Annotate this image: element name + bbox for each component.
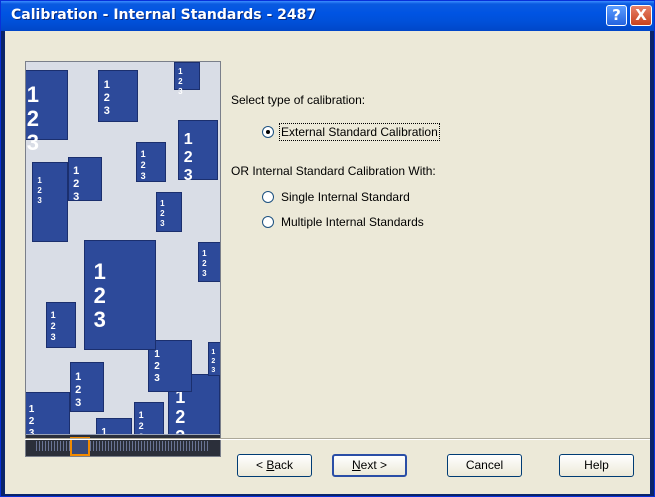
dialog-body: 1231231231231231231231231231231231231231… <box>5 31 650 494</box>
document-page-icon: 123 <box>46 302 76 348</box>
document-page-number: 1 <box>93 258 106 284</box>
back-button-rest: ack <box>274 458 294 472</box>
close-icon[interactable]: X <box>630 5 652 26</box>
document-page-number: 2 <box>138 420 144 431</box>
back-button-prefix: < <box>255 458 267 472</box>
internal-standard-prompt: OR Internal Standard Calibration With: <box>231 164 436 178</box>
external-standard-label[interactable]: External Standard Calibration <box>279 123 440 141</box>
multiple-internal-standards-radio[interactable] <box>262 216 274 228</box>
document-page-number: 1 <box>26 81 39 107</box>
document-page-number: 1 <box>73 164 80 177</box>
document-page-number: 1 <box>103 79 110 92</box>
document-page-number: 2 <box>160 209 165 219</box>
document-page-number: 3 <box>202 269 207 279</box>
document-page-icon: 123 <box>178 120 218 183</box>
document-page-number: 2 <box>202 259 207 269</box>
document-page-number: 2 <box>37 186 42 196</box>
external-standard-radio[interactable] <box>262 126 274 138</box>
cancel-button[interactable]: Cancel <box>447 454 522 477</box>
document-page-number: 1 <box>160 199 165 209</box>
help-icon[interactable]: ? <box>606 5 627 26</box>
window-title: Calibration - Internal Standards - 2487 <box>11 7 317 23</box>
document-page-icon: 123 <box>84 240 156 350</box>
button-separator <box>25 438 650 440</box>
document-page-number: 1 <box>202 249 207 259</box>
document-page-icon: 123 <box>198 242 220 282</box>
document-page-number: 3 <box>73 190 80 203</box>
document-page-number: 1 <box>50 310 56 321</box>
document-page-number: 3 <box>93 306 106 332</box>
single-internal-standard-label[interactable]: Single Internal Standard <box>281 190 410 204</box>
document-page-number: 2 <box>26 105 39 131</box>
document-page-number: 1 <box>37 176 42 186</box>
document-page-icon: 123 <box>156 192 182 232</box>
document-page-number: 2 <box>73 177 80 190</box>
document-page-number: 2 <box>178 77 183 87</box>
document-page-number: 2 <box>103 92 110 105</box>
document-page-icon: 123 <box>174 62 200 96</box>
next-button[interactable]: Next > <box>332 454 407 477</box>
document-page-number: 2 <box>175 406 186 427</box>
document-page-icon: 123 <box>26 70 68 153</box>
document-page-icon: 123 <box>68 157 102 203</box>
document-page-icon: 123 <box>70 362 104 412</box>
calibration-type-prompt: Select type of calibration: <box>231 93 366 107</box>
document-page-number: 2 <box>28 415 35 427</box>
document-page-number: 1 <box>178 67 183 77</box>
document-page-number: 3 <box>160 219 165 229</box>
title-bar[interactable]: Calibration - Internal Standards - 2487 … <box>1 1 654 31</box>
multiple-internal-standards-label[interactable]: Multiple Internal Standards <box>281 215 424 229</box>
document-page-number: 1 <box>183 130 193 148</box>
document-page-number: 3 <box>178 87 183 97</box>
single-internal-standard-radio[interactable] <box>262 191 274 203</box>
document-page-number: 3 <box>154 373 160 385</box>
document-page-number: 2 <box>183 148 193 166</box>
document-page-number: 3 <box>75 397 82 409</box>
document-page-number: 3 <box>140 171 146 182</box>
document-page-number: 2 <box>211 358 216 366</box>
document-page-number: 2 <box>93 282 106 308</box>
document-page-number: 2 <box>140 160 146 171</box>
document-page-number: 3 <box>211 367 216 375</box>
document-page-number: 3 <box>26 129 39 155</box>
document-page-number: 1 <box>138 409 144 420</box>
document-page-number: 3 <box>183 166 193 184</box>
radio-selected-dot <box>266 130 270 134</box>
document-page-icon: 123 <box>98 70 138 122</box>
document-page-number: 3 <box>103 105 110 118</box>
document-page-icon: 123 <box>136 142 166 182</box>
calibration-dialog: Calibration - Internal Standards - 2487 … <box>0 0 655 497</box>
document-page-number: 3 <box>50 332 56 343</box>
document-page-number: 3 <box>37 196 42 206</box>
document-page-icon: 123 <box>208 342 220 376</box>
next-button-mnemonic: N <box>351 458 361 472</box>
document-page-number: 1 <box>154 349 160 361</box>
document-page-number: 2 <box>154 361 160 373</box>
back-button[interactable]: < Back <box>237 454 312 477</box>
document-page-number: 1 <box>28 403 35 415</box>
next-button-rest: ext > <box>360 458 388 472</box>
document-stack-illustration: 1231231231231231231231231231231231231231… <box>25 61 221 457</box>
document-page-number: 1 <box>140 149 146 160</box>
help-button[interactable]: Help <box>559 454 634 477</box>
document-page-number: 2 <box>50 321 56 332</box>
document-page-number: 2 <box>75 384 82 396</box>
document-page-number: 1 <box>75 371 82 383</box>
document-page-icon: 123 <box>32 162 68 242</box>
slider-track <box>36 441 210 451</box>
document-page-number: 1 <box>211 349 216 357</box>
